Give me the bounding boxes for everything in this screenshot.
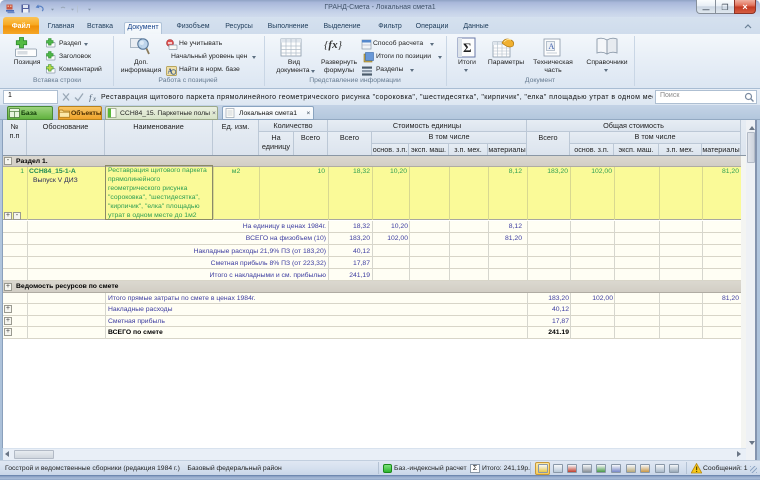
svg-text:A: A: [168, 68, 173, 76]
svg-text:x: x: [92, 95, 97, 102]
svg-text:Σ: Σ: [463, 40, 472, 55]
svg-text:A: A: [549, 42, 555, 51]
